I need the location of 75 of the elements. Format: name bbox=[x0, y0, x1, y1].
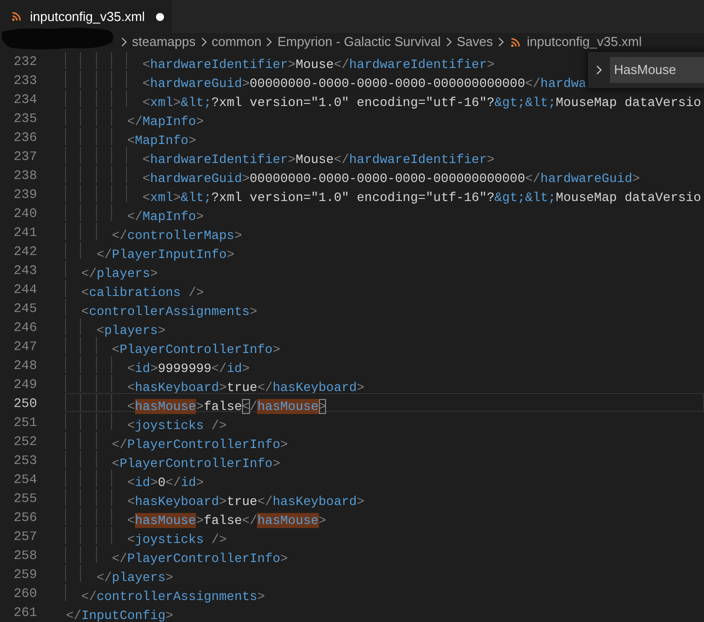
editor-tab[interactable]: inputconfig_v35.xml bbox=[0, 0, 172, 33]
line-number: 233 bbox=[12, 72, 37, 89]
line-number: 238 bbox=[12, 167, 37, 184]
code-line: </MapInfo> bbox=[126, 113, 204, 130]
code-line: </MapInfo> bbox=[126, 208, 204, 225]
code-line: <xml>&lt;?xml version="1.0" encoding="utf-16"?&gt;&lt;MouseMap dataVersio bbox=[142, 189, 702, 206]
line-number: 236 bbox=[12, 129, 37, 146]
breadcrumb-item[interactable]: inputconfig_v35.xml bbox=[526, 32, 642, 52]
line-number: 243 bbox=[12, 262, 37, 279]
line-number: 254 bbox=[12, 471, 37, 488]
line-number: 247 bbox=[12, 338, 37, 355]
line-number: 246 bbox=[12, 319, 37, 336]
chevron-icon bbox=[446, 37, 452, 47]
tab-title: inputconfig_v35.xml bbox=[30, 8, 145, 26]
code-line: <joysticks /> bbox=[126, 531, 227, 548]
code-line: <id>0</id> bbox=[126, 474, 204, 491]
breadcrumb-item[interactable]: Empyrion - Galactic Survival bbox=[277, 32, 441, 52]
chevron-icon bbox=[200, 37, 207, 47]
line-number: 259 bbox=[12, 566, 37, 583]
code-line: </controllerAssignments> bbox=[80, 588, 265, 605]
line-number: 261 bbox=[12, 604, 37, 621]
line-number: 232 bbox=[12, 53, 37, 70]
line-number: 245 bbox=[12, 300, 37, 317]
rss-icon bbox=[510, 38, 520, 46]
line-number: 237 bbox=[12, 148, 37, 165]
chevron-icon bbox=[121, 37, 127, 47]
line-number: 244 bbox=[12, 281, 37, 298]
line-number: 258 bbox=[12, 547, 37, 564]
line-number: 255 bbox=[12, 490, 37, 507]
code-line: <hardwareIdentifier>Mouse</hardwareIdentifier> bbox=[142, 56, 495, 73]
code-line: <controllerAssignments> bbox=[80, 303, 258, 320]
line-number: 248 bbox=[12, 357, 37, 374]
code-line: </players> bbox=[80, 265, 158, 282]
code-line: <hasKeyboard>true</hasKeyboard> bbox=[126, 493, 364, 510]
code-line: </InputConfig> bbox=[66, 607, 174, 622]
line-number: 252 bbox=[12, 433, 37, 450]
code-line: <joysticks /> bbox=[126, 417, 227, 434]
line-number: 234 bbox=[12, 91, 37, 108]
code-line: </players> bbox=[96, 569, 174, 586]
breadcrumb-item[interactable]: common bbox=[212, 32, 262, 52]
code-line: <hasMouse>false</hasMouse> bbox=[126, 512, 326, 529]
chevron-icon bbox=[266, 37, 272, 47]
code-line: </PlayerControllerInfo> bbox=[110, 550, 288, 567]
code-line: </PlayerControllerInfo> bbox=[110, 436, 288, 453]
code-line: <players> bbox=[96, 322, 166, 339]
line-number: 253 bbox=[12, 452, 37, 469]
code-line: </controllerMaps> bbox=[110, 227, 242, 244]
line-number: 239 bbox=[12, 186, 37, 203]
line-number: 256 bbox=[12, 509, 37, 526]
line-number: 250 bbox=[12, 395, 37, 412]
line-number: 260 bbox=[12, 585, 37, 602]
code-line: </PlayerInputInfo> bbox=[96, 246, 234, 263]
find-input[interactable]: HasMouse bbox=[610, 57, 704, 83]
chevron-icon[interactable] bbox=[596, 65, 602, 75]
code-line: <hardwareGuid>00000000-0000-0000-0000-000000000000</hardwa bbox=[142, 75, 586, 92]
code-line: <xml>&lt;?xml version="1.0" encoding="utf-16"?&gt;&lt;MouseMap dataVersio bbox=[142, 94, 702, 111]
code-line: <PlayerControllerInfo> bbox=[110, 341, 280, 358]
code-line: <PlayerControllerInfo> bbox=[110, 455, 280, 472]
code-line: <hardwareGuid>00000000-0000-0000-0000-000000000000</hardwareGuid> bbox=[142, 170, 640, 187]
line-number: 249 bbox=[12, 376, 37, 393]
breadcrumb-item[interactable]: Saves bbox=[456, 32, 493, 52]
code-line: <id>9999999</id> bbox=[126, 360, 250, 377]
code-line: <MapInfo> bbox=[126, 132, 196, 149]
code-line: <hasKeyboard>true</hasKeyboard> bbox=[126, 379, 364, 396]
line-number: 242 bbox=[12, 243, 37, 260]
code-line: <hardwareIdentifier>Mouse</hardwareIdentifier> bbox=[142, 151, 495, 168]
line-number: 257 bbox=[12, 528, 37, 545]
rss-icon bbox=[12, 12, 21, 21]
breadcrumb-item[interactable]: steamapps bbox=[132, 32, 196, 52]
code-line: <calibrations /> bbox=[80, 284, 204, 301]
line-number: 240 bbox=[12, 205, 37, 222]
chevron-icon bbox=[498, 37, 504, 47]
line-number: 235 bbox=[12, 110, 37, 127]
line-number: 251 bbox=[12, 414, 37, 431]
line-number: 241 bbox=[12, 224, 37, 241]
